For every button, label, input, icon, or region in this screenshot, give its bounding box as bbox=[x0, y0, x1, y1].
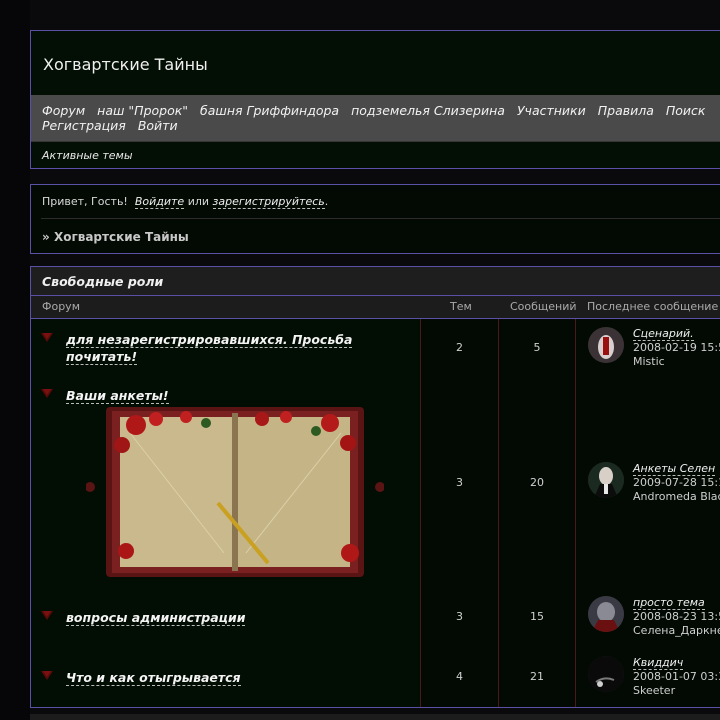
post-count: 15 bbox=[530, 610, 544, 623]
col-forum: Форум bbox=[42, 300, 80, 313]
forum-row: Что и как отыгрывается 4 21 Квиддич 2008… bbox=[31, 647, 720, 707]
forum-title[interactable]: Что и как отыгрывается bbox=[66, 669, 386, 686]
post-count: 5 bbox=[533, 341, 541, 354]
nav-register[interactable]: Регистрация bbox=[42, 118, 126, 133]
breadcrumb-home[interactable]: Хогвартские Тайны bbox=[54, 230, 189, 244]
last-post-title[interactable]: Сценарий. bbox=[633, 327, 694, 341]
col-last-post: Последнее сообщение bbox=[587, 300, 719, 313]
register-link[interactable]: зарегистрируйтесь bbox=[212, 195, 325, 209]
last-post-date: 2008-02-19 15:5 bbox=[633, 341, 720, 354]
last-post-title[interactable]: Квиддич bbox=[633, 656, 684, 670]
avatar bbox=[588, 596, 624, 632]
board-title[interactable]: Хогвартские Тайны bbox=[43, 55, 208, 74]
or-text: или bbox=[187, 195, 210, 208]
topic-count: 3 bbox=[456, 476, 463, 489]
forum-status-icon bbox=[41, 611, 53, 620]
post-count: 20 bbox=[530, 476, 544, 489]
breadcrumb: » Хогвартские Тайны bbox=[42, 230, 189, 244]
avatar bbox=[588, 327, 624, 363]
column-headers: Форум Тем Сообщений Последнее сообщение bbox=[31, 296, 720, 319]
avatar bbox=[588, 656, 624, 692]
forum-title[interactable]: Ваши анкеты! bbox=[66, 387, 386, 404]
topic-count: 3 bbox=[456, 610, 463, 623]
last-post-title[interactable]: Анкеты Селен bbox=[633, 462, 716, 476]
category-title[interactable]: Свободные роли bbox=[42, 274, 163, 289]
board-header: Хогвартские Тайны Форум наш "Пророк" башня… bbox=[30, 30, 720, 169]
topic-count: 4 bbox=[456, 670, 463, 683]
nav-slytherin[interactable]: подземелья Слизерина bbox=[351, 103, 505, 118]
forum-title[interactable]: для незарегистрировавшихся. Просьба почи… bbox=[66, 331, 386, 365]
greeting-line: Привет, Гость! Войдите или зарегистрируй… bbox=[42, 195, 329, 209]
nav-rules[interactable]: Правила bbox=[598, 103, 654, 118]
divider bbox=[41, 218, 720, 219]
nav-login[interactable]: Войти bbox=[138, 118, 178, 133]
active-topics-link[interactable]: Активные темы bbox=[42, 149, 133, 162]
nav-links: Форум наш "Пророк" башня Гриффиндора подзем… bbox=[42, 103, 720, 133]
welcome-panel: Привет, Гость! Войдите или зарегистрируй… bbox=[30, 184, 720, 254]
breadcrumb-arrow: » bbox=[42, 230, 50, 244]
topic-count: 2 bbox=[456, 341, 463, 354]
forum-row: Ваши анкеты! 3 20 Анкеты Селен 2009-07-2… bbox=[31, 379, 720, 588]
last-post-title[interactable]: просто тема bbox=[633, 596, 705, 610]
nav-prophet[interactable]: наш "Пророк" bbox=[97, 103, 188, 118]
login-link[interactable]: Войдите bbox=[134, 195, 185, 209]
avatar bbox=[588, 462, 624, 498]
last-post-author[interactable]: Mistic bbox=[633, 355, 665, 368]
category-free-roles: Свободные роли Форум Тем Сообщений После… bbox=[30, 266, 720, 708]
last-post-date: 2008-08-23 13:5 bbox=[633, 610, 720, 623]
greeting-text: Привет, Гость! bbox=[42, 195, 128, 208]
col-posts: Сообщений bbox=[510, 300, 577, 313]
forum-row: для незарегистрировавшихся. Просьба почи… bbox=[31, 319, 720, 380]
nav-search[interactable]: Поиск bbox=[666, 103, 706, 118]
forum-status-icon bbox=[41, 389, 53, 398]
forum-status-icon bbox=[41, 671, 53, 680]
last-post-author[interactable]: Andromeda Blac bbox=[633, 490, 720, 503]
next-category-header bbox=[30, 714, 720, 720]
nav-forum[interactable]: Форум bbox=[42, 103, 85, 118]
nav-gryffindor[interactable]: башня Гриффиндора bbox=[200, 103, 339, 118]
nav-members[interactable]: Участники bbox=[517, 103, 586, 118]
forum-row: вопросы администрации 3 15 просто тема 2… bbox=[31, 587, 720, 648]
greeting-period: . bbox=[324, 195, 329, 208]
last-post-author[interactable]: Skeeter bbox=[633, 684, 675, 697]
last-post-date: 2009-07-28 15:1 bbox=[633, 476, 720, 489]
category-header: Свободные роли bbox=[31, 267, 720, 296]
forum-title[interactable]: вопросы администрации bbox=[66, 609, 386, 626]
nav-bar: Форум наш "Пророк" башня Гриффиндора подзем… bbox=[31, 95, 720, 142]
last-post-author[interactable]: Селена_Даркне bbox=[633, 624, 720, 637]
open-book-image bbox=[85, 403, 385, 585]
col-topics: Тем bbox=[450, 300, 472, 313]
last-post-date: 2008-01-07 03:3 bbox=[633, 670, 720, 683]
forum-status-icon bbox=[41, 333, 53, 342]
left-margin bbox=[0, 0, 30, 720]
post-count: 21 bbox=[530, 670, 544, 683]
